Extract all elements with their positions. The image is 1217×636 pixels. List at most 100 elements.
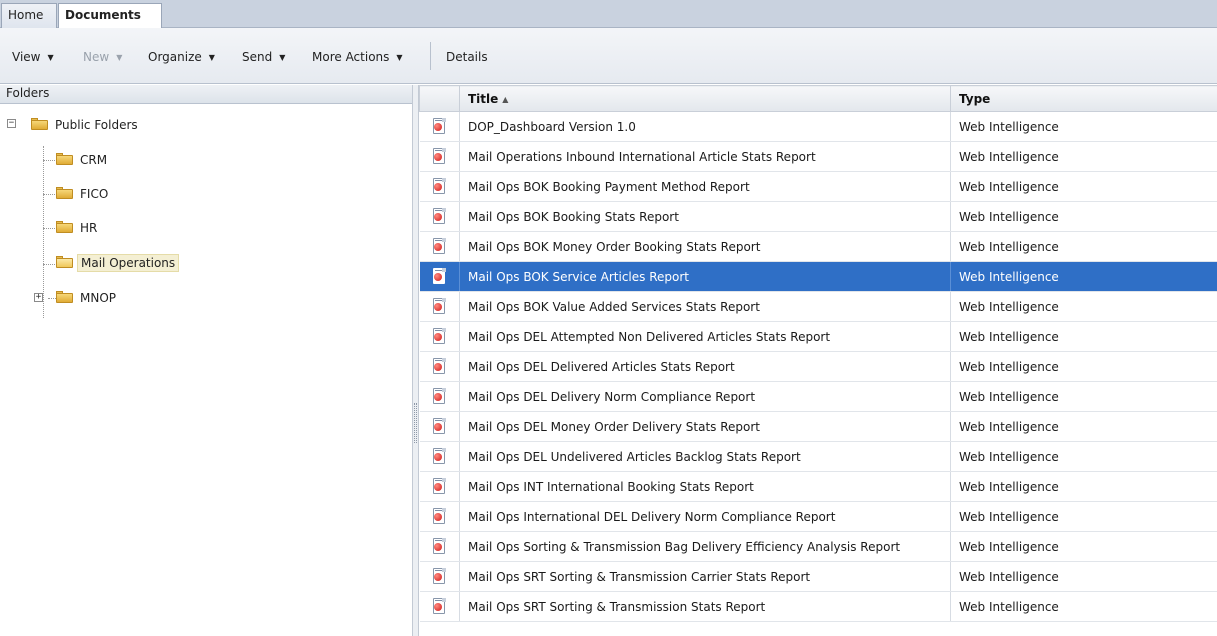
- folder-icon: [56, 153, 73, 165]
- document-title-cell[interactable]: DOP_Dashboard Version 1.0: [459, 111, 951, 142]
- tree-item-hr[interactable]: HR: [56, 217, 100, 241]
- open-folder-icon: [56, 256, 73, 268]
- table-row[interactable]: Mail Ops Sorting & Transmission Bag Deli…: [419, 531, 1217, 562]
- details-button[interactable]: Details: [446, 48, 488, 66]
- collapse-icon[interactable]: −: [7, 119, 16, 128]
- document-icon-cell: [419, 591, 460, 622]
- table-header-row: Title ▲ Type: [419, 85, 1217, 112]
- tab-home[interactable]: Home: [1, 3, 57, 28]
- document-type-cell: Web Intelligence: [950, 291, 1217, 322]
- document-type-cell: Web Intelligence: [950, 441, 1217, 472]
- document-icon-cell: [419, 441, 460, 472]
- document-type-cell: Web Intelligence: [950, 111, 1217, 142]
- document-title-cell[interactable]: Mail Ops SRT Sorting & Transmission Stat…: [459, 591, 951, 622]
- tree-item-label: FICO: [80, 187, 109, 201]
- document-icon-cell: [419, 261, 460, 292]
- table-row[interactable]: Mail Ops DEL Money Order Delivery Stats …: [419, 411, 1217, 442]
- document-title-cell[interactable]: Mail Ops SRT Sorting & Transmission Carr…: [459, 561, 951, 592]
- document-title-cell[interactable]: Mail Ops International DEL Delivery Norm…: [459, 501, 951, 532]
- documents-list-pane: Title ▲ Type DOP_Dashboard Version 1.0 Web…: [419, 85, 1217, 636]
- title-column-header[interactable]: Title ▲: [459, 85, 951, 112]
- web-intelligence-document-icon: [432, 298, 446, 315]
- table-row[interactable]: Mail Ops DEL Undelivered Articles Backlo…: [419, 441, 1217, 472]
- document-title-cell[interactable]: Mail Ops BOK Booking Payment Method Repo…: [459, 171, 951, 202]
- table-row[interactable]: Mail Operations Inbound International Ar…: [419, 141, 1217, 172]
- document-type-cell: Web Intelligence: [950, 381, 1217, 412]
- view-menu[interactable]: View ▼: [12, 48, 54, 66]
- web-intelligence-document-icon: [432, 568, 446, 585]
- expand-icon[interactable]: +: [34, 293, 43, 302]
- table-row[interactable]: Mail Ops BOK Service Articles Report Web …: [419, 261, 1217, 292]
- document-title-cell[interactable]: Mail Ops DEL Undelivered Articles Backlo…: [459, 441, 951, 472]
- document-title-cell[interactable]: Mail Ops BOK Money Order Booking Stats R…: [459, 231, 951, 262]
- document-icon-cell: [419, 411, 460, 442]
- organize-menu[interactable]: Organize ▼: [148, 48, 215, 66]
- table-row[interactable]: Mail Ops SRT Sorting & Transmission Carr…: [419, 561, 1217, 592]
- web-intelligence-document-icon: [432, 448, 446, 465]
- document-type-cell: Web Intelligence: [950, 531, 1217, 562]
- document-title-cell[interactable]: Mail Ops INT International Booking Stats…: [459, 471, 951, 502]
- tree-connector-line: [43, 194, 55, 195]
- table-row[interactable]: Mail Ops DEL Attempted Non Delivered Art…: [419, 321, 1217, 352]
- title-header-label: Title: [468, 91, 499, 106]
- document-title-cell[interactable]: Mail Ops BOK Service Articles Report: [459, 261, 951, 292]
- web-intelligence-document-icon: [432, 358, 446, 375]
- table-row[interactable]: Mail Ops International DEL Delivery Norm…: [419, 501, 1217, 532]
- document-title-cell[interactable]: Mail Ops BOK Booking Stats Report: [459, 201, 951, 232]
- table-row[interactable]: Mail Ops BOK Money Order Booking Stats R…: [419, 231, 1217, 262]
- table-row[interactable]: Mail Ops BOK Booking Stats Report Web Int…: [419, 201, 1217, 232]
- document-icon-cell: [419, 501, 460, 532]
- document-icon-cell: [419, 291, 460, 322]
- document-type-cell: Web Intelligence: [950, 201, 1217, 232]
- document-type-cell: Web Intelligence: [950, 501, 1217, 532]
- tree-item-mail-operations[interactable]: Mail Operations: [56, 252, 180, 276]
- document-type-cell: Web Intelligence: [950, 591, 1217, 622]
- web-intelligence-document-icon: [432, 328, 446, 345]
- table-row[interactable]: Mail Ops SRT Sorting & Transmission Stat…: [419, 591, 1217, 622]
- organize-label: Organize: [148, 50, 202, 64]
- document-title-cell[interactable]: Mail Ops DEL Delivered Articles Stats Re…: [459, 351, 951, 382]
- tree-item-fico[interactable]: FICO: [56, 183, 111, 207]
- web-intelligence-document-icon: [432, 238, 446, 255]
- tree-connector-line: [43, 160, 55, 161]
- splitter-grip-icon[interactable]: [414, 403, 417, 443]
- chevron-down-icon: ▼: [279, 53, 286, 62]
- document-title-cell[interactable]: Mail Ops BOK Value Added Services Stats …: [459, 291, 951, 322]
- more-actions-menu[interactable]: More Actions ▼: [312, 48, 403, 66]
- tree-item-crm[interactable]: CRM: [56, 149, 110, 173]
- new-menu[interactable]: New ▼: [83, 48, 122, 66]
- document-icon-cell: [419, 321, 460, 352]
- folder-icon: [31, 118, 48, 130]
- document-title-cell[interactable]: Mail Ops Sorting & Transmission Bag Deli…: [459, 531, 951, 562]
- table-row[interactable]: Mail Ops DEL Delivered Articles Stats Re…: [419, 351, 1217, 382]
- document-type-cell: Web Intelligence: [950, 561, 1217, 592]
- send-menu[interactable]: Send ▼: [242, 48, 285, 66]
- document-title-cell[interactable]: Mail Operations Inbound International Ar…: [459, 141, 951, 172]
- table-row[interactable]: Mail Ops BOK Value Added Services Stats …: [419, 291, 1217, 322]
- table-row[interactable]: Mail Ops BOK Booking Payment Method Repo…: [419, 171, 1217, 202]
- tree-item-public-folders[interactable]: Public Folders: [31, 114, 141, 138]
- web-intelligence-document-icon: [432, 388, 446, 405]
- toolbar: View ▼ New ▼ Organize ▼ Send ▼ More Actions ▼…: [0, 28, 1217, 84]
- table-row[interactable]: Mail Ops DEL Delivery Norm Compliance Re…: [419, 381, 1217, 412]
- tree-item-mnop[interactable]: MNOP: [56, 287, 119, 311]
- folder-icon: [56, 221, 73, 233]
- web-intelligence-document-icon: [432, 538, 446, 555]
- folder-icon: [56, 291, 73, 303]
- table-row[interactable]: DOP_Dashboard Version 1.0 Web Intelligenc…: [419, 111, 1217, 142]
- tree-item-label: MNOP: [80, 291, 117, 305]
- folder-icon: [56, 187, 73, 199]
- web-intelligence-document-icon: [432, 208, 446, 225]
- document-title-cell[interactable]: Mail Ops DEL Delivery Norm Compliance Re…: [459, 381, 951, 412]
- toolbar-separator: [430, 42, 431, 70]
- type-column-header[interactable]: Type: [950, 85, 1217, 112]
- documents-table-body: DOP_Dashboard Version 1.0 Web Intelligenc…: [419, 111, 1217, 622]
- pane-splitter[interactable]: [412, 85, 419, 636]
- document-icon-cell: [419, 381, 460, 412]
- document-icon-cell: [419, 471, 460, 502]
- table-row[interactable]: Mail Ops INT International Booking Stats…: [419, 471, 1217, 502]
- document-type-cell: Web Intelligence: [950, 471, 1217, 502]
- tab-documents[interactable]: Documents: [58, 3, 162, 29]
- document-title-cell[interactable]: Mail Ops DEL Money Order Delivery Stats …: [459, 411, 951, 442]
- document-title-cell[interactable]: Mail Ops DEL Attempted Non Delivered Art…: [459, 321, 951, 352]
